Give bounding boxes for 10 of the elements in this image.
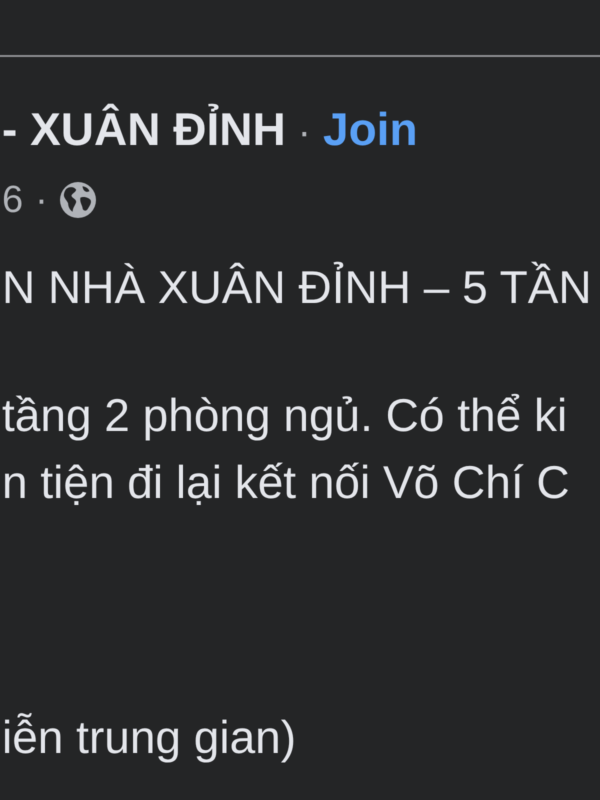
group-name-link[interactable]: - XUÂN ĐỈNH	[2, 102, 286, 157]
post-text: n tiện đi lại kết nối Võ Chí C	[2, 455, 570, 510]
post-text: iễn trung gian)	[2, 710, 296, 765]
globe-icon	[60, 182, 96, 218]
post-text: tầng 2 phòng ngủ. Có thể ki	[2, 388, 568, 443]
join-link[interactable]: Join	[323, 102, 418, 157]
post-text: N NHÀ XUÂN ĐỈNH – 5 TẦN	[2, 260, 592, 315]
timestamp-link[interactable]: 6	[2, 177, 24, 223]
separator-dot: ·	[35, 178, 48, 223]
separator-dot: ·	[298, 109, 311, 156]
